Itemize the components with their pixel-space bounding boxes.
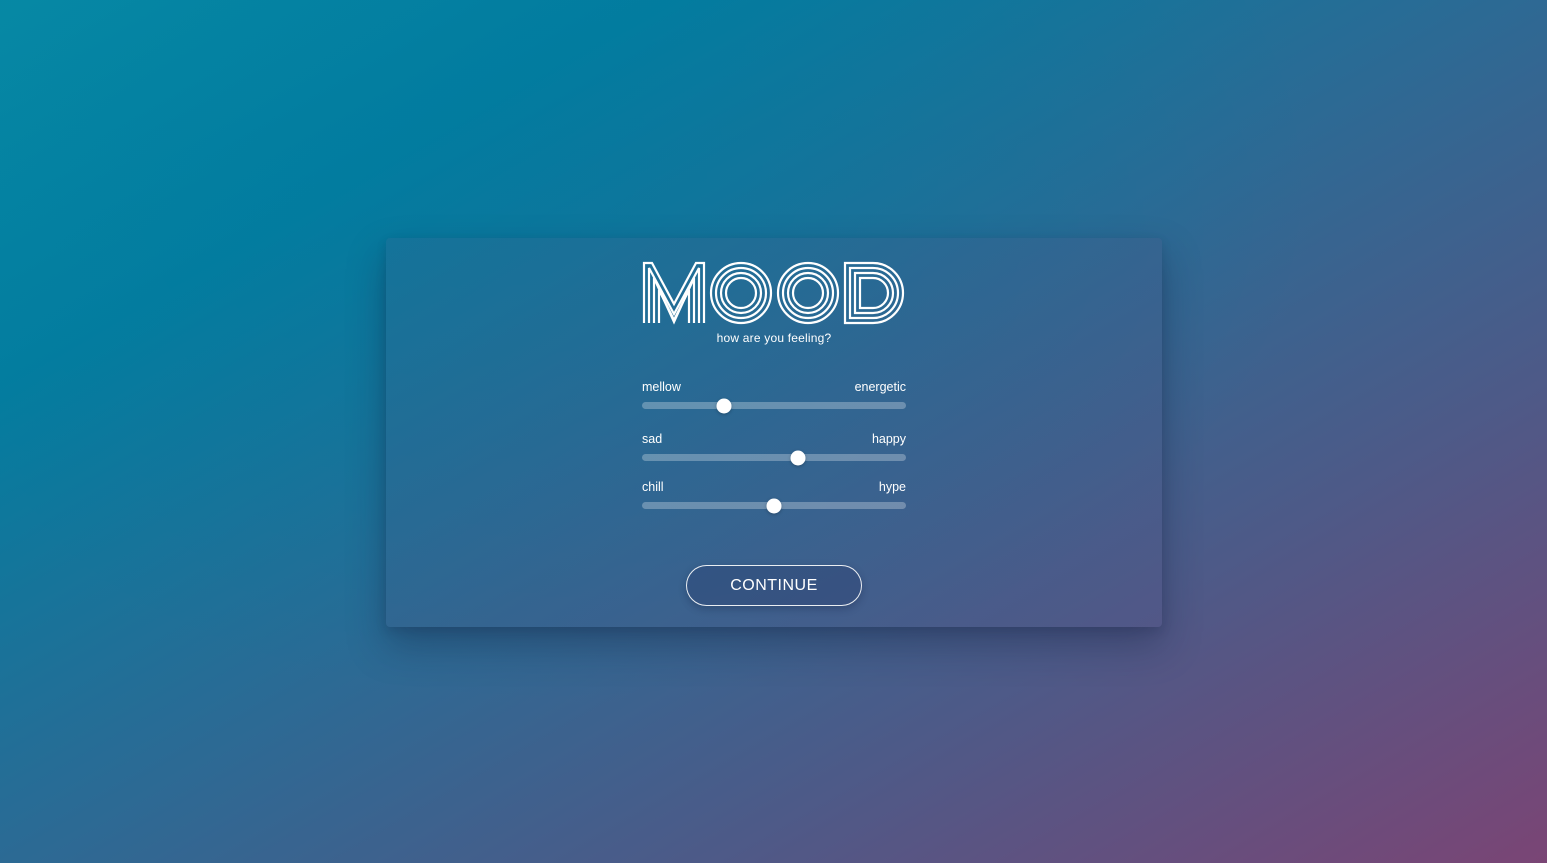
mood-logo [642, 261, 905, 325]
slider-right-label: energetic [854, 380, 906, 394]
slider-sad-happy: sad happy [642, 431, 906, 465]
slider-left-label: sad [642, 432, 663, 446]
slider-left-label: chill [642, 480, 664, 494]
subtitle: how are you feeling? [716, 331, 832, 345]
slider-thumb[interactable] [790, 450, 806, 465]
slider-track[interactable] [642, 498, 906, 513]
slider-thumb[interactable] [766, 498, 782, 513]
slider-thumb[interactable] [716, 398, 732, 413]
slider-mellow-energetic: mellow energetic [642, 379, 906, 413]
slider-right-label: hype [878, 480, 906, 494]
slider-track[interactable] [642, 398, 906, 413]
slider-left-label: mellow [642, 380, 681, 394]
slider-chill-hype: chill hype [642, 479, 906, 513]
continue-button[interactable]: CONTINUE [686, 565, 862, 606]
slider-right-label: happy [871, 432, 906, 446]
slider-track[interactable] [642, 450, 906, 465]
